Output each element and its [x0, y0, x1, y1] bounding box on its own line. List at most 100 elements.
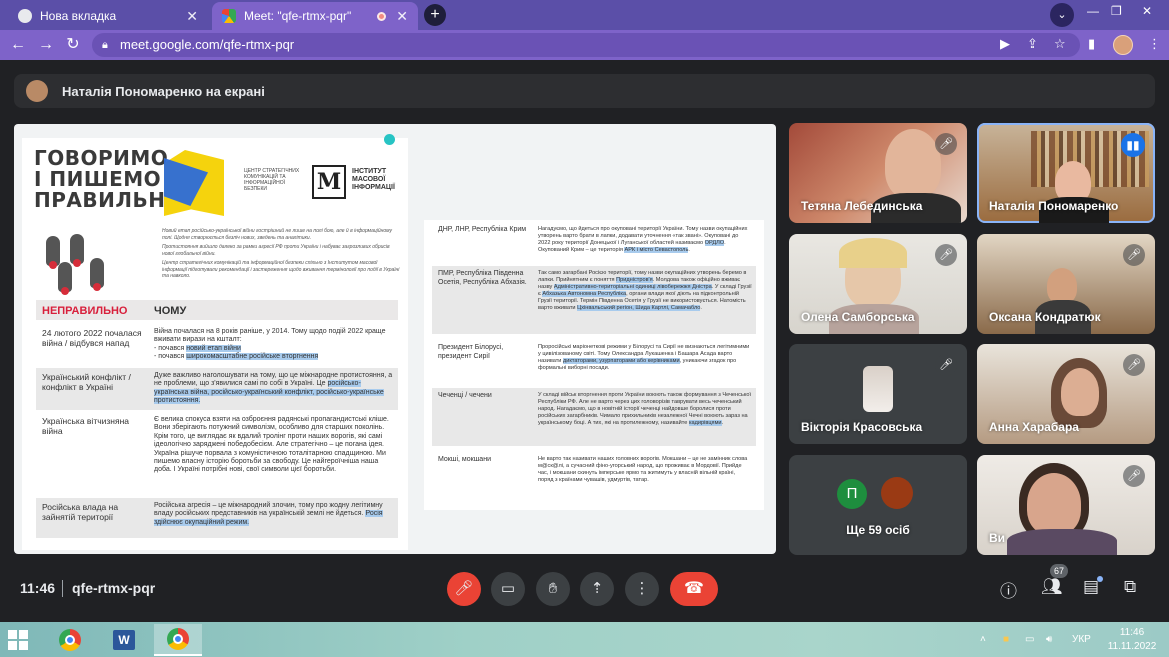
imi-org-name: Інститут масової інформації — [352, 168, 395, 191]
participant-tile[interactable]: ▮▮ Наталія Пономаренко — [977, 123, 1155, 223]
meeting-code: qfe-rtmx-pqr — [72, 580, 156, 596]
participant-name: Анна Харабара — [989, 420, 1079, 434]
table-row: Мокші, мокшани Не варто так називати наш… — [438, 456, 748, 483]
profile-avatar[interactable] — [1113, 35, 1133, 55]
more-participants-tile[interactable]: П Ще 59 осіб — [789, 455, 967, 555]
mic-off-icon: 🎤︎ — [1123, 465, 1145, 487]
browser-tab-strip: Нова вкладка ✕ Meet: "qfe-rtmx-pqr" ✕ + … — [0, 0, 1169, 30]
close-icon[interactable]: ✕ — [396, 8, 408, 25]
more-options-button[interactable]: ⋮ — [625, 572, 659, 606]
reload-button[interactable]: ↻ — [63, 35, 83, 55]
side-panel-icon[interactable]: ▮ — [1088, 36, 1095, 52]
speaking-indicator-icon: ▮▮ — [1121, 133, 1145, 157]
chat-notification-dot — [1097, 576, 1103, 582]
mic-off-icon: 🎤︎ — [935, 354, 957, 376]
mic-off-icon: 🎤︎ — [935, 133, 957, 155]
back-button[interactable]: ← — [8, 35, 28, 55]
table-row: ДНР, ЛНР, Республіка Крим Нагадуємо, що … — [438, 226, 748, 253]
tray-chevron-icon[interactable]: ˄ — [980, 634, 986, 645]
participant-name: Оксана Кондратюк — [989, 310, 1101, 324]
divider — [62, 580, 63, 597]
microphone-toggle-button[interactable]: 🎤︎ — [447, 572, 481, 606]
lock-icon: 🔒︎ — [102, 39, 108, 51]
header-why: ЧОМУ — [154, 305, 187, 317]
presenting-banner: Наталія Пономаренко на екрані — [14, 74, 1155, 108]
meeting-clock: 11:46 — [20, 580, 56, 596]
participant-tile[interactable]: 🎤︎ Олена Самборська — [789, 234, 967, 334]
restore-button[interactable]: ❐ — [1111, 4, 1122, 18]
share-icon[interactable]: ⇪ — [1027, 36, 1038, 52]
new-tab-button[interactable]: + — [424, 4, 446, 26]
participant-tile[interactable]: 🎤︎ Оксана Кондратюк — [977, 234, 1155, 334]
taskbar-chrome[interactable] — [46, 624, 94, 656]
taskbar-clock[interactable]: 11:46 11.11.2022 — [1104, 626, 1160, 654]
camera-toggle-button[interactable]: ▭ — [491, 572, 525, 606]
present-screen-button[interactable]: ⇡ — [580, 572, 614, 606]
tray-app-icon[interactable]: ■ — [1003, 634, 1009, 645]
close-icon[interactable]: ✕ — [186, 8, 198, 25]
taskbar-word[interactable]: W — [100, 624, 148, 656]
browser-toolbar: ← → ↻ 🔒︎ meet.google.com/qfe-rtmx-pqr ▶ … — [0, 30, 1169, 60]
activities-icon[interactable]: ⧉ — [1124, 577, 1136, 597]
recording-icon — [377, 11, 387, 21]
minimize-button[interactable]: — — [1087, 4, 1099, 18]
participant-tile[interactable]: 🎤︎ Ви — [977, 455, 1155, 555]
table-row: Президент Білорусі, президент Сирії Прор… — [438, 344, 750, 371]
windows-start-button[interactable] — [8, 630, 28, 650]
hand-icon: ✋︎ — [548, 580, 558, 597]
ccb-org-name: Центр стратегічних комунікацій та інформ… — [244, 168, 300, 192]
raise-hand-button[interactable]: ✋︎ — [536, 572, 570, 606]
chrome-icon — [18, 9, 32, 23]
windows-taskbar: W — [0, 622, 1169, 657]
participant-name: Вікторія Красовська — [801, 420, 923, 434]
people-count-badge: 67 — [1050, 564, 1068, 578]
tab-search-button[interactable]: ⌄ — [1050, 3, 1074, 27]
mic-off-icon: 🎤︎ — [454, 580, 474, 597]
table-row: 24 лютого 2022 почалася війна / відбувся… — [42, 328, 386, 361]
shared-screen[interactable]: ГОВОРИМО І ПИШЕМО ПРАВИЛЬНО Центр страте… — [14, 124, 776, 554]
taskbar-chrome-active[interactable] — [154, 624, 202, 656]
participant-tile[interactable]: 🎤︎ Вікторія Красовська — [789, 344, 967, 444]
mic-off-icon: 🎤︎ — [1123, 244, 1145, 266]
chrome-icon — [167, 628, 189, 650]
avatar: П — [837, 479, 867, 509]
avatar — [881, 477, 913, 509]
address-bar[interactable]: 🔒︎ meet.google.com/qfe-rtmx-pqr — [92, 33, 1080, 57]
table-row: Російська влада на зайнятій території Ро… — [36, 498, 398, 538]
avatar — [863, 366, 893, 412]
tab-title: Meet: "qfe-rtmx-pqr" — [244, 9, 352, 23]
menu-icon[interactable]: ⋮ — [1148, 36, 1161, 52]
participant-name: Наталія Пономаренко — [989, 199, 1119, 213]
participant-name: Олена Самборська — [801, 310, 915, 324]
bookmark-star-icon[interactable]: ☆ — [1054, 36, 1066, 52]
more-vert-icon: ⋮ — [634, 580, 650, 597]
network-icon[interactable]: ▭ — [1025, 634, 1034, 645]
leave-call-button[interactable]: ☎︎ — [670, 572, 718, 606]
participant-tile[interactable]: 🎤︎ Анна Харабара — [977, 344, 1155, 444]
people-icon[interactable]: 👥︎ — [1041, 577, 1063, 597]
forward-button[interactable]: → — [36, 35, 56, 55]
participant-tile[interactable]: 🎤︎ Тетяна Лебединська — [789, 123, 967, 223]
tab-title: Нова вкладка — [40, 9, 117, 23]
meet-icon — [222, 9, 236, 23]
presenting-label: Наталія Пономаренко на екрані — [62, 83, 265, 99]
camera-icon: ▭ — [500, 580, 516, 597]
url-text: meet.google.com/qfe-rtmx-pqr — [120, 37, 295, 52]
document-intro: Новий етап російсько-української війни г… — [162, 228, 400, 279]
participant-name: Тетяна Лебединська — [801, 199, 923, 213]
table-row: ПМР, Республіка Південна Осетія, Республ… — [432, 266, 756, 334]
volume-icon[interactable]: 🔊︎ — [1046, 634, 1052, 645]
document-page-left: ГОВОРИМО І ПИШЕМО ПРАВИЛЬНО Центр страте… — [22, 138, 408, 550]
camera-icon[interactable]: ▶ — [1000, 36, 1010, 52]
phone-hangup-icon: ☎︎ — [684, 580, 704, 597]
document-title: ГОВОРИМО І ПИШЕМО ПРАВИЛЬНО — [34, 146, 183, 212]
tab-meet[interactable]: Meet: "qfe-rtmx-pqr" ✕ — [212, 2, 418, 30]
info-icon[interactable]: ⓘ — [1000, 577, 1017, 602]
close-window-button[interactable]: ✕ — [1142, 4, 1152, 18]
keyboard-language[interactable]: УКР — [1072, 634, 1091, 645]
tab-new-tab[interactable]: Нова вкладка ✕ — [8, 2, 208, 30]
present-icon: ⇡ — [590, 580, 604, 597]
chrome-icon — [59, 629, 81, 651]
word-icon: W — [113, 630, 135, 650]
mic-off-icon: 🎤︎ — [935, 244, 957, 266]
